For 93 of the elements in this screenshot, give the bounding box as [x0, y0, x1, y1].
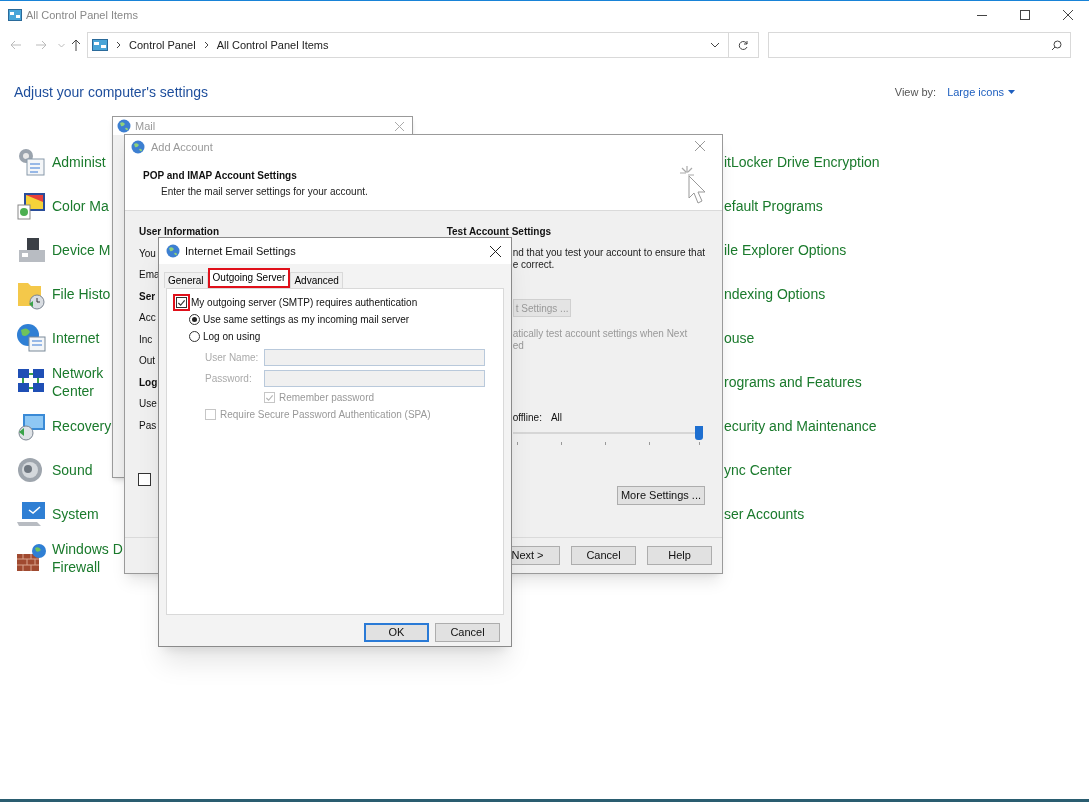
description-text: ed — [512, 340, 525, 352]
checkbox[interactable] — [138, 473, 151, 486]
view-by-label: View by: — [894, 84, 937, 100]
chevron-right-icon[interactable] — [203, 41, 209, 49]
dialog-button[interactable]: Cancel — [571, 546, 636, 565]
section-heading: POP and IMAP Account Settings — [143, 169, 298, 183]
search-icon — [1051, 39, 1062, 51]
control-panel-link[interactable]: Internet — [52, 329, 100, 347]
close-icon — [1062, 10, 1073, 20]
radio-label: Use same settings as my incoming mail server — [203, 313, 410, 327]
radio-button[interactable] — [189, 314, 200, 325]
section-description: Enter the mail server settings for your account. — [161, 185, 369, 199]
checkbox-label: Remember password — [279, 391, 375, 405]
search-field[interactable] — [768, 32, 1071, 58]
dialog-button[interactable]: Help — [647, 546, 712, 565]
field-label: Password: — [205, 371, 253, 386]
radio-label: Log on using — [203, 330, 261, 344]
field-label: Use — [139, 397, 157, 411]
field-label: Inc — [139, 332, 153, 347]
control-panel-link[interactable]: Color Ma — [52, 197, 109, 215]
dialog-title: Internet Email Settings — [185, 243, 296, 259]
breadcrumb[interactable]: Control Panel — [129, 36, 196, 54]
control-panel-link[interactable]: ndexing Options — [724, 285, 826, 303]
control-panel-icon — [8, 9, 22, 21]
checkmark-icon — [177, 297, 186, 308]
slider-thumb[interactable] — [694, 426, 703, 440]
dialog-title: Add Account — [151, 139, 213, 155]
control-panel-link[interactable]: Administ — [52, 153, 106, 171]
close-icon[interactable] — [490, 245, 501, 257]
globe-icon — [131, 140, 145, 154]
control-panel-link[interactable]: efault Programs — [724, 197, 823, 215]
field-label: User Name: — [205, 350, 260, 365]
control-panel-link[interactable]: Recovery — [52, 417, 112, 435]
control-panel-link[interactable]: Sound — [52, 461, 93, 479]
control-panel-link[interactable]: Firewall — [52, 558, 123, 576]
brick-wall-globe-icon[interactable] — [15, 542, 47, 574]
input-field[interactable] — [264, 348, 485, 366]
offline-value: All — [550, 410, 563, 425]
tab[interactable]: Outgoing Server — [207, 268, 291, 288]
control-panel-link[interactable]: rograms and Features — [724, 373, 862, 391]
checkbox-label: My outgoing server (SMTP) requires authentication — [191, 296, 418, 310]
page-heading: Adjust your computer's settings — [14, 82, 209, 102]
caret-icon — [1008, 90, 1015, 94]
control-panel-link[interactable]: Network — [52, 364, 104, 382]
view-by-dropdown[interactable]: Large icons — [947, 83, 1015, 101]
control-panel-icon — [92, 39, 108, 51]
globe-icon — [117, 119, 131, 133]
field-label: Pas — [139, 418, 157, 433]
control-panel-link[interactable]: Center — [52, 382, 104, 400]
input-field[interactable] — [264, 369, 485, 387]
dialog-title: Mail — [135, 118, 156, 134]
tab[interactable]: General — [164, 272, 208, 288]
control-panel-link[interactable]: ouse — [724, 329, 755, 347]
field-label: Ser — [139, 289, 156, 304]
chevron-right-icon[interactable] — [116, 41, 121, 49]
description-text: nd that you test your account to ensure that — [512, 247, 705, 259]
globe-icon — [166, 244, 180, 258]
field-label: Log — [139, 375, 158, 390]
control-panel-link[interactable]: System — [52, 505, 99, 523]
checkbox-label: Require Secure Password Authentication (SPA) — [220, 408, 431, 422]
checkmark-icon — [265, 392, 274, 403]
dialog-button[interactable]: More Settings ... — [617, 486, 705, 505]
dialog-button[interactable]: Cancel — [435, 623, 500, 642]
dropdown-caret-icon[interactable] — [710, 42, 720, 48]
refresh-button[interactable] — [729, 32, 759, 58]
control-panel-link[interactable]: ile Explorer Options — [724, 241, 847, 259]
maximize-icon — [1019, 10, 1030, 20]
field-label: Out — [139, 354, 156, 368]
field-label: You — [139, 246, 156, 261]
tab[interactable]: Advanced — [290, 272, 343, 288]
refresh-icon — [738, 39, 749, 51]
globe-checklist-icon[interactable] — [15, 322, 47, 354]
control-panel-link[interactable]: File Histo — [52, 285, 111, 303]
field-label: Acc — [139, 311, 156, 325]
color-monitor-icon[interactable] — [15, 190, 47, 222]
offline-label: offline: — [512, 410, 542, 425]
breadcrumb[interactable]: All Control Panel Items — [216, 36, 329, 54]
checkbox[interactable] — [173, 294, 190, 311]
window-title: All Control Panel Items — [26, 7, 138, 23]
field-label: User Information — [139, 225, 219, 239]
control-panel-link[interactable]: ync Center — [724, 461, 792, 479]
control-panel-link[interactable]: itLocker Drive Encryption — [724, 153, 880, 171]
section-heading: Test Account Settings — [446, 225, 553, 239]
control-panel-link[interactable]: ecurity and Maintenance — [724, 417, 877, 435]
control-panel-link[interactable]: Device M — [52, 241, 111, 259]
radio-button[interactable] — [189, 331, 200, 342]
address-bar[interactable]: Control Panel All Control Panel Items — [87, 32, 729, 58]
description-text: e correct. — [512, 259, 556, 271]
dialog-button[interactable]: OK — [364, 623, 429, 642]
description-text: atically test account settings when Next — [512, 328, 689, 340]
control-panel-link[interactable]: Windows D — [52, 540, 123, 558]
up-arrow-icon[interactable] — [71, 39, 81, 51]
control-panel-link[interactable]: ser Accounts — [724, 505, 805, 523]
